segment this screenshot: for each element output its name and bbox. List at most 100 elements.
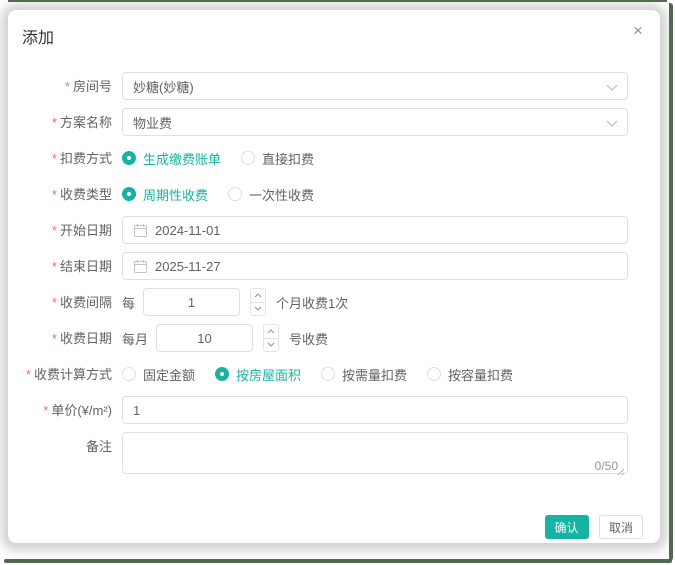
chevron-down-icon — [606, 120, 618, 127]
radio-onetime-charge[interactable]: 一次性收费 — [228, 185, 314, 204]
confirm-button[interactable]: 确认 — [545, 515, 589, 539]
interval-stepper[interactable] — [250, 288, 266, 316]
char-counter: 0/50 — [595, 459, 618, 473]
calendar-icon — [133, 223, 148, 238]
dialog-title: 添加 — [22, 30, 54, 47]
interval-label-text: 收费间隔 — [60, 295, 112, 310]
calc-method-label-text: 收费计算方式 — [34, 367, 112, 382]
radio-checked-icon — [122, 151, 136, 165]
interval-prefix: 每 — [122, 293, 135, 312]
deduct-method-label: *扣费方式 — [8, 151, 122, 166]
end-date-picker[interactable]: 2025-11-27 — [122, 252, 628, 280]
radio-by-capacity[interactable]: 按容量扣费 — [427, 365, 513, 384]
form-row-start-date: *开始日期 2024-11-01 — [8, 216, 660, 244]
page-edge-top — [8, 0, 667, 2]
page-edge-bottom — [4, 559, 672, 563]
charge-day-label-text: 收费日期 — [60, 331, 112, 346]
room-select[interactable]: 妙糖(妙糖) — [122, 72, 628, 100]
form-row-charge-type: *收费类型 周期性收费 一次性收费 — [8, 180, 660, 208]
dialog-body: *房间号 妙糖(妙糖) *方案名称 物业费 *扣费方式 — [8, 46, 660, 479]
charge-day-suffix: 号收费 — [289, 329, 328, 348]
charge-day-prefix: 每月 — [122, 329, 148, 348]
radio-by-house-area[interactable]: 按房屋面积 — [215, 365, 301, 384]
remark-label-text: 备注 — [86, 439, 112, 454]
interval-input[interactable] — [143, 288, 240, 316]
unit-price-label-text: 单价(¥/m²) — [51, 403, 112, 418]
radio-onetime-charge-label: 一次性收费 — [249, 185, 314, 204]
unit-price-label: *单价(¥/m²) — [8, 403, 122, 418]
form-row-plan: *方案名称 物业费 — [8, 108, 660, 136]
chevron-down-icon — [606, 84, 618, 91]
dialog-header: 添加 × — [8, 10, 660, 46]
radio-by-demand-label: 按需量扣费 — [342, 365, 407, 384]
step-up-button[interactable] — [251, 289, 265, 302]
dialog-footer: 确认 取消 — [8, 515, 660, 539]
interval-label: *收费间隔 — [8, 295, 122, 310]
start-date-picker[interactable]: 2024-11-01 — [122, 216, 628, 244]
radio-periodic-charge-label: 周期性收费 — [143, 185, 208, 204]
radio-by-house-area-label: 按房屋面积 — [236, 365, 301, 384]
radio-by-demand[interactable]: 按需量扣费 — [321, 365, 407, 384]
radio-direct-deduct[interactable]: 直接扣费 — [241, 149, 314, 168]
form-row-interval: *收费间隔 每 个月收费1次 — [8, 288, 660, 316]
start-date-value: 2024-11-01 — [155, 223, 221, 238]
step-up-button[interactable] — [264, 325, 278, 338]
radio-generate-bill[interactable]: 生成缴费账单 — [122, 149, 221, 168]
required-marker: * — [26, 367, 31, 382]
radio-unchecked-icon — [122, 367, 136, 381]
required-marker: * — [52, 331, 57, 346]
required-marker: * — [52, 115, 57, 130]
room-select-value: 妙糖(妙糖) — [133, 77, 194, 96]
start-date-label: *开始日期 — [8, 223, 122, 238]
radio-fixed-amount-label: 固定金额 — [143, 365, 195, 384]
calendar-icon — [133, 259, 148, 274]
radio-periodic-charge[interactable]: 周期性收费 — [122, 185, 208, 204]
calc-method-label: *收费计算方式 — [8, 367, 122, 382]
step-down-button[interactable] — [264, 338, 278, 352]
resize-handle-icon[interactable] — [616, 467, 625, 476]
radio-checked-icon — [122, 187, 136, 201]
interval-suffix: 个月收费1次 — [276, 293, 348, 312]
page-edge-right — [669, 3, 673, 561]
unit-price-input[interactable] — [122, 396, 628, 424]
radio-by-capacity-label: 按容量扣费 — [448, 365, 513, 384]
remark-textarea[interactable] — [122, 432, 628, 474]
plan-select-value: 物业费 — [133, 113, 172, 132]
required-marker: * — [52, 295, 57, 310]
radio-fixed-amount[interactable]: 固定金额 — [122, 365, 195, 384]
plan-label-text: 方案名称 — [60, 115, 112, 130]
form-row-remark: 备注 0/50 — [8, 432, 660, 479]
form-row-calc-method: *收费计算方式 固定金额 按房屋面积 按需量扣费 按容量扣费 — [8, 360, 660, 388]
required-marker: * — [43, 403, 48, 418]
radio-unchecked-icon — [241, 151, 255, 165]
start-date-label-text: 开始日期 — [60, 223, 112, 238]
step-down-button[interactable] — [251, 302, 265, 316]
required-marker: * — [52, 187, 57, 202]
form-row-end-date: *结束日期 2025-11-27 — [8, 252, 660, 280]
charge-type-label: *收费类型 — [8, 187, 122, 202]
cancel-button[interactable]: 取消 — [599, 515, 643, 539]
required-marker: * — [52, 259, 57, 274]
radio-checked-icon — [215, 367, 229, 381]
remark-label: 备注 — [8, 432, 122, 454]
radio-direct-deduct-label: 直接扣费 — [262, 149, 314, 168]
form-row-charge-day: *收费日期 每月 号收费 — [8, 324, 660, 352]
form-row-room: *房间号 妙糖(妙糖) — [8, 72, 660, 100]
end-date-label: *结束日期 — [8, 259, 122, 274]
room-label-text: 房间号 — [73, 79, 112, 94]
charge-type-label-text: 收费类型 — [60, 187, 112, 202]
form-row-unit-price: *单价(¥/m²) — [8, 396, 660, 424]
radio-unchecked-icon — [228, 187, 242, 201]
form-row-deduct-method: *扣费方式 生成缴费账单 直接扣费 — [8, 144, 660, 172]
plan-label: *方案名称 — [8, 115, 122, 130]
plan-select[interactable]: 物业费 — [122, 108, 628, 136]
required-marker: * — [65, 79, 70, 94]
charge-day-stepper[interactable] — [263, 324, 279, 352]
end-date-value: 2025-11-27 — [155, 259, 221, 274]
charge-day-label: *收费日期 — [8, 331, 122, 346]
close-icon[interactable]: × — [629, 22, 647, 40]
add-dialog: 添加 × *房间号 妙糖(妙糖) *方案名称 物业费 — [8, 10, 660, 543]
required-marker: * — [52, 151, 57, 166]
end-date-label-text: 结束日期 — [60, 259, 112, 274]
charge-day-input[interactable] — [156, 324, 253, 352]
